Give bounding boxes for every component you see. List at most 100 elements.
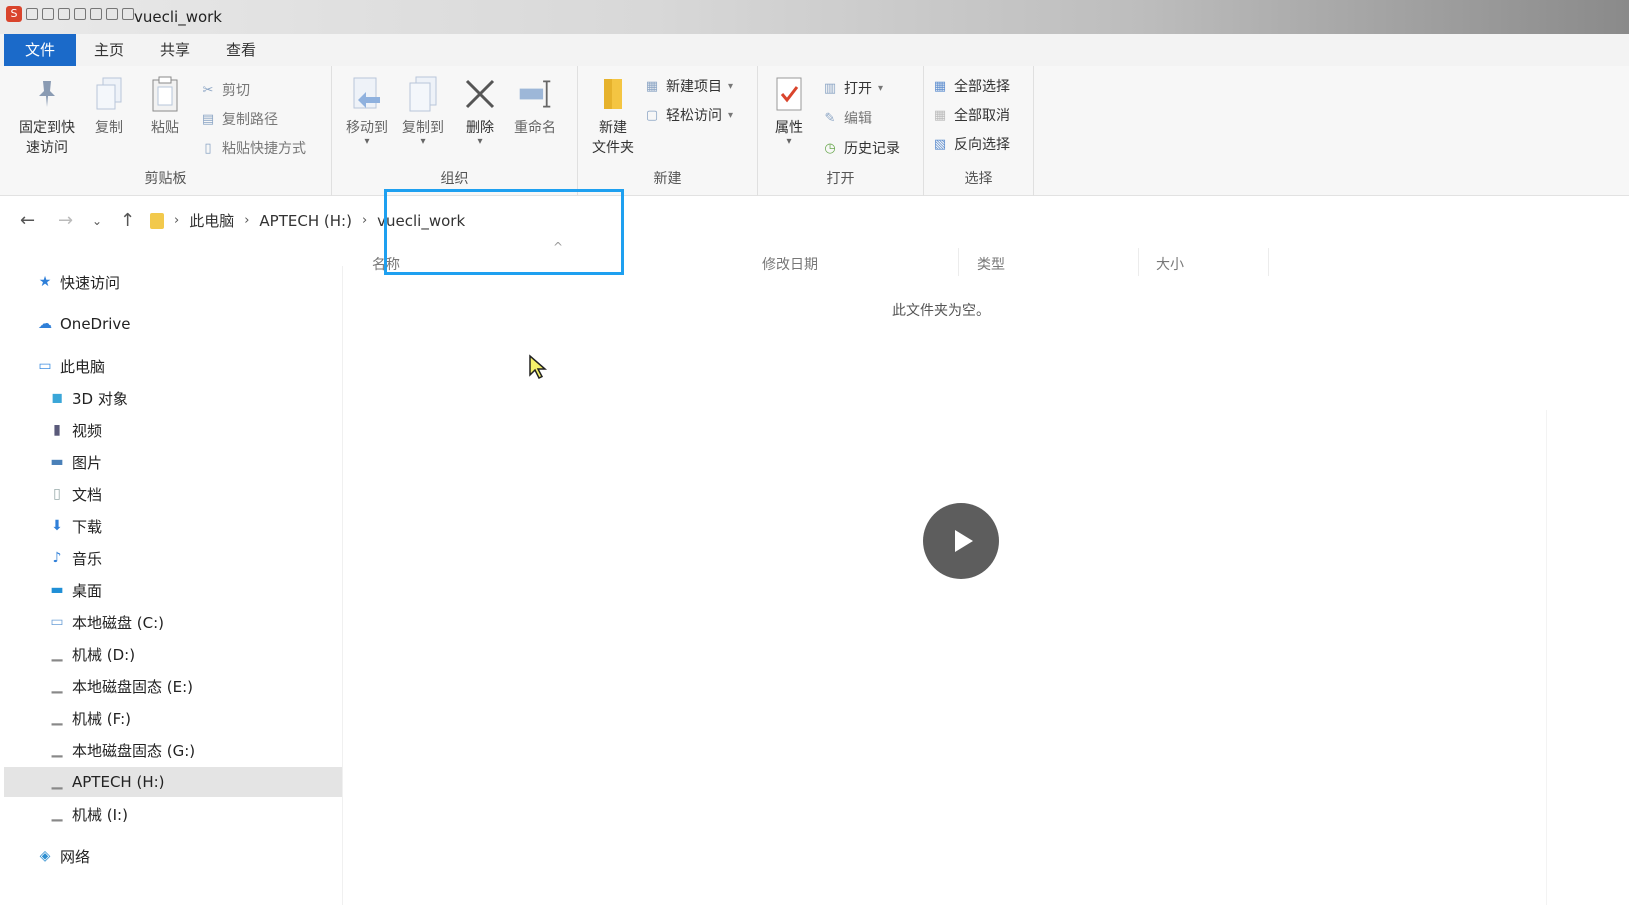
properties-mini-icon[interactable] [26,8,38,20]
folder-mini-icon[interactable] [122,8,134,20]
copy-to-button[interactable]: 复制到 ▾ [390,74,456,147]
sidebar-item-label: 音乐 [72,549,103,568]
sidebar-item-network[interactable]: ◈ 网络 [4,841,342,871]
sidebar-item-onedrive[interactable]: ☁ OneDrive [4,309,342,339]
copy-icon [91,74,127,114]
pane-divider[interactable] [342,266,343,905]
settings-mini-icon[interactable] [74,8,86,20]
select-all-button[interactable]: ▦ 全部选择 [932,74,1010,98]
redo-mini-icon[interactable] [58,8,70,20]
open-icon: ▥ [823,80,837,96]
folder-icon [150,212,164,229]
breadcrumb-this-pc[interactable]: 此电脑 [189,210,234,231]
sidebar-item-music[interactable]: ♪ 音乐 [4,543,342,573]
empty-folder-message: 此文件夹为空。 [892,303,990,319]
copy-to-dropdown-icon[interactable]: ▾ [390,137,456,147]
new-item-dropdown-icon[interactable]: ▾ [728,81,733,92]
sidebar-item-label: 本地磁盘固态 (E:) [72,677,194,696]
drive-icon: ▁ [51,646,63,662]
select-none-icon: ▦ [933,107,947,123]
sidebar-item-label: 机械 (I:) [72,805,128,824]
delete-button[interactable]: 删除 ▾ [452,74,508,147]
scissors-icon: ✂ [202,82,214,98]
select-none-button[interactable]: ▦ 全部取消 [932,103,1010,127]
column-divider[interactable] [958,248,959,276]
sidebar-item-drive-h[interactable]: ▁ APTECH (H:) [4,767,342,797]
music-note-icon: ♪ [52,550,62,566]
sidebar-item-quick-access[interactable]: ★ 快速访问 [4,267,342,297]
rename-icon [517,74,553,114]
edit-mini-icon[interactable] [90,8,102,20]
history-icon: ◷ [824,140,836,156]
new-item-button[interactable]: ▦ 新建项目 ▾ [644,74,733,98]
app-icon[interactable]: S [6,6,22,22]
sidebar-item-documents[interactable]: ▯ 文档 [4,479,342,509]
chevron-right-icon[interactable]: › [174,213,179,228]
sidebar-item-drive-i[interactable]: ▁ 机械 (I:) [4,799,342,829]
sidebar-item-drive-d[interactable]: ▁ 机械 (D:) [4,639,342,669]
open-dropdown-icon[interactable]: ▾ [878,83,883,94]
paste-shortcut-button[interactable]: ▯ 粘贴快捷方式 [200,136,306,160]
undo-mini-icon[interactable] [42,8,54,20]
new-folder-button[interactable]: 新建 文件夹 [580,74,646,158]
chevron-right-icon[interactable]: › [244,213,249,228]
sidebar-item-3d-objects[interactable]: ◼ 3D 对象 [4,383,342,413]
column-divider[interactable] [1138,248,1139,276]
recent-locations-chevron-icon[interactable]: ⌄ [92,214,102,228]
play-button[interactable] [923,503,999,579]
ribbon: 固定到快 速访问 复制 粘贴 ✂ 剪切 ▤ 复制路径 ▯ 粘贴快捷方式 剪贴板 [0,66,1629,196]
sidebar-item-drive-e[interactable]: ▁ 本地磁盘固态 (E:) [4,671,342,701]
forward-arrow-icon[interactable]: → [58,210,73,231]
sidebar-item-pictures[interactable]: ▬ 图片 [4,447,342,477]
network-icon: ◈ [39,848,51,864]
paste-button[interactable]: 粘贴 [132,74,198,138]
up-arrow-icon[interactable]: ↑ [120,210,135,231]
sidebar-item-this-pc[interactable]: ▭ 此电脑 [4,351,342,381]
copy-path-label: 复制路径 [222,112,278,128]
cube-icon: ◼ [51,390,63,406]
play-icon [954,530,973,552]
sidebar-item-downloads[interactable]: ⬇ 下载 [4,511,342,541]
properties-dropdown-icon[interactable]: ▾ [758,137,820,147]
cut-button[interactable]: ✂ 剪切 [200,78,250,102]
tab-file[interactable]: 文件 [4,34,77,66]
edit-button[interactable]: ✎ 编辑 [822,106,872,130]
properties-button[interactable]: 属性 ▾ [758,74,820,147]
sidebar-item-videos[interactable]: ▮ 视频 [4,415,342,445]
address-bar: ← → ⌄ ↑ › 此电脑 › APTECH (H:) › vuecli_wor… [0,198,1629,244]
sidebar-item-desktop[interactable]: ▬ 桌面 [4,575,342,605]
chevron-right-icon[interactable]: › [362,213,367,228]
copy-path-button[interactable]: ▤ 复制路径 [200,107,278,131]
sidebar-item-label: 快速访问 [60,273,121,292]
sidebar-item-drive-f[interactable]: ▁ 机械 (F:) [4,703,342,733]
tab-home[interactable]: 主页 [76,34,142,66]
sidebar-item-drive-g[interactable]: ▁ 本地磁盘固态 (G:) [4,735,342,765]
pin-quick-access-button[interactable]: 固定到快 速访问 [12,74,82,158]
easy-access-dropdown-icon[interactable]: ▾ [728,110,733,121]
tab-view[interactable]: 查看 [208,34,274,66]
invert-selection-button[interactable]: ▧ 反向选择 [932,132,1010,156]
breadcrumb-drive-h[interactable]: APTECH (H:) [259,212,352,230]
delete-dropdown-icon[interactable]: ▾ [452,137,508,147]
back-arrow-icon[interactable]: ← [20,210,35,231]
sidebar-item-label: 本地磁盘固态 (G:) [72,741,196,760]
column-header-date[interactable]: 修改日期 [762,254,818,274]
column-header-type[interactable]: 类型 [977,254,1005,274]
copy-to-icon [405,74,441,114]
column-divider[interactable] [1268,248,1269,276]
quick-access-toolbar: S [6,6,134,22]
select-group-label: 选择 [964,171,993,187]
rename-button[interactable]: 重命名 [502,74,568,138]
rename-mini-icon[interactable] [106,8,118,20]
open-button[interactable]: ▥ 打开 ▾ [822,76,883,100]
sidebar-item-drive-c[interactable]: ▭ 本地磁盘 (C:) [4,607,342,637]
ribbon-tabs: 文件 主页 共享 查看 [0,34,1629,66]
sidebar-item-label: 下载 [72,517,103,536]
paste-label: 粘贴 [151,120,179,136]
column-header-size[interactable]: 大小 [1156,254,1184,274]
tab-share[interactable]: 共享 [142,34,208,66]
sort-ascending-icon: ^ [553,240,564,254]
history-button[interactable]: ◷ 历史记录 [822,136,900,160]
easy-access-button[interactable]: ▢ 轻松访问 ▾ [644,103,733,127]
column-header-name[interactable]: 名称 [372,254,400,274]
